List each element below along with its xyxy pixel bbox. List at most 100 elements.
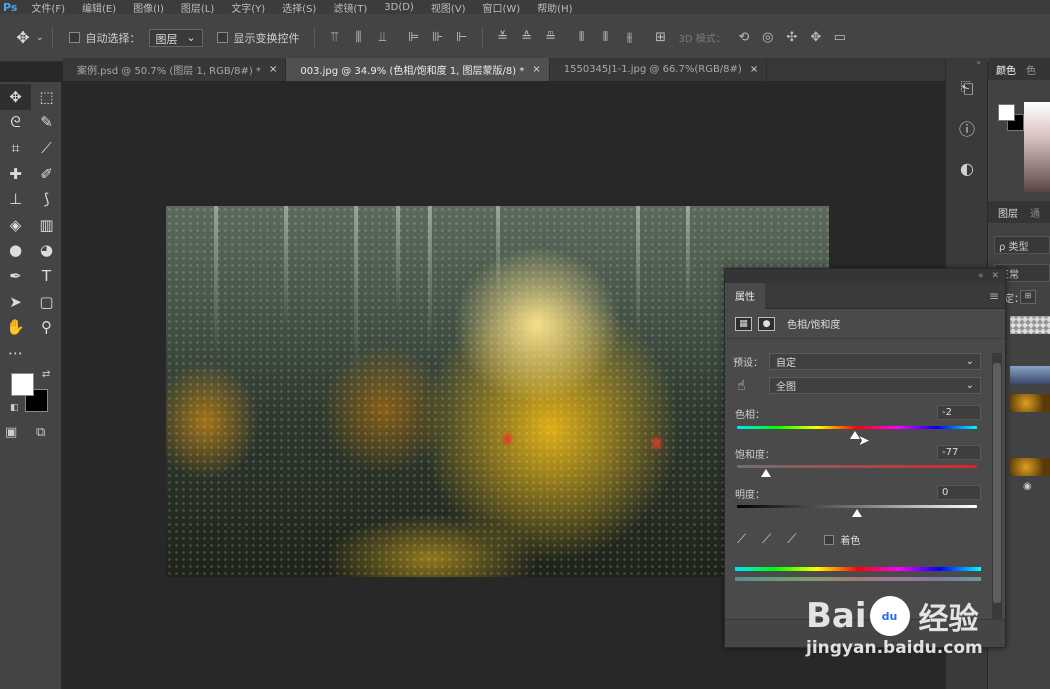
layer-kind-filter[interactable]: ρ 类型	[994, 236, 1050, 254]
colorize-checkbox[interactable]	[824, 534, 835, 545]
quick-mask-icon[interactable]: ▣	[5, 425, 17, 440]
tool-preset-chevron-icon[interactable]: ⌄	[36, 33, 44, 43]
distribute-top-icon[interactable]: ≚	[494, 29, 512, 47]
close-icon[interactable]: ×	[532, 64, 540, 75]
adjustment-layer-icon[interactable]: ▦	[735, 316, 752, 331]
menu-type[interactable]: 文字(Y)	[231, 0, 265, 15]
screen-mode-icon[interactable]: ⧉	[36, 425, 45, 440]
healing-brush-tool-icon[interactable]: ✚	[0, 161, 31, 187]
distribute-right-icon[interactable]: ⫵	[621, 29, 639, 47]
tab-document-1[interactable]: 案例.psd @ 50.7% (图层 1, RGB/8#) * ×	[63, 58, 287, 81]
align-vcenter-icon[interactable]: ⫼	[350, 29, 368, 47]
layer-thumbnail[interactable]	[1010, 458, 1050, 476]
close-icon[interactable]: ✕	[991, 271, 999, 281]
lightness-slider-track[interactable]	[737, 505, 977, 508]
menu-image[interactable]: 图像(I)	[133, 0, 164, 15]
align-right-icon[interactable]: ⊩	[453, 29, 471, 47]
panel-scrollbar[interactable]	[992, 353, 1002, 623]
clone-stamp-tool-icon[interactable]: ⊥	[0, 186, 31, 212]
auto-align-icon[interactable]: ⊞	[652, 29, 670, 47]
slide-3d-icon[interactable]: ✥	[807, 29, 825, 47]
close-icon[interactable]: ×	[269, 64, 277, 75]
hue-value-field[interactable]: -2	[937, 405, 981, 420]
layer-thumbnail[interactable]	[1010, 316, 1050, 334]
tab-layers[interactable]: 图层	[998, 205, 1018, 220]
pan-3d-icon[interactable]: ✣	[783, 29, 801, 47]
tab-document-3[interactable]: 1550345J1-1.jpg @ 66.7%(RGB/8#) ×	[550, 58, 768, 81]
roll-3d-icon[interactable]: ◎	[759, 29, 777, 47]
panel-menu-icon[interactable]: ≡	[989, 289, 999, 303]
collapse-icon[interactable]: «	[978, 271, 984, 281]
zoom-tool-icon[interactable]: ⚲	[31, 314, 62, 340]
path-select-tool-icon[interactable]: ➤	[0, 289, 31, 315]
properties-tab[interactable]: 属性	[725, 282, 765, 309]
lightness-value-field[interactable]: 0	[937, 485, 981, 500]
scrollbar-thumb[interactable]	[993, 363, 1001, 603]
layer-thumbnail[interactable]	[1010, 394, 1050, 412]
foreground-color-swatch[interactable]	[11, 373, 34, 396]
gradient-tool-icon[interactable]: ▥	[31, 212, 62, 238]
swap-colors-icon[interactable]: ⇄	[42, 369, 50, 380]
collapse-icon[interactable]: »	[946, 58, 987, 67]
adjustments-panel-icon[interactable]: ◐	[948, 149, 986, 187]
color-spectrum[interactable]	[1024, 102, 1050, 192]
eyedropper-add-icon[interactable]: ⟋	[762, 532, 771, 547]
align-left-icon[interactable]: ⊫	[405, 29, 423, 47]
menu-layer[interactable]: 图层(L)	[181, 0, 214, 15]
saturation-slider-track[interactable]	[737, 465, 977, 468]
distribute-bottom-icon[interactable]: ≞	[542, 29, 560, 47]
menu-view[interactable]: 视图(V)	[431, 0, 466, 15]
tab-swatches[interactable]: 色	[1026, 62, 1036, 77]
brush-tool-icon[interactable]: ✐	[31, 161, 62, 187]
targeted-adjustment-icon[interactable]: ☝	[733, 378, 769, 394]
panel-foreground-swatch[interactable]	[998, 104, 1015, 121]
auto-select-checkbox[interactable]	[68, 32, 80, 43]
eyedropper-icon[interactable]: ⟋	[737, 532, 746, 547]
menu-help[interactable]: 帮助(H)	[537, 0, 572, 15]
close-icon[interactable]: ×	[750, 64, 758, 75]
blur-tool-icon[interactable]: ●	[0, 238, 31, 264]
move-tool-icon[interactable]: ✥	[0, 84, 31, 110]
menu-filter[interactable]: 滤镜(T)	[333, 0, 367, 15]
dodge-tool-icon[interactable]: ◕	[31, 238, 62, 264]
align-bottom-icon[interactable]: ⫫	[374, 29, 392, 47]
menu-select[interactable]: 选择(S)	[282, 0, 316, 15]
distribute-vcenter-icon[interactable]: ≙	[518, 29, 536, 47]
quick-select-tool-icon[interactable]: ✎	[31, 110, 62, 136]
marquee-tool-icon[interactable]: ⬚	[31, 84, 62, 110]
lightness-slider-handle[interactable]	[852, 509, 862, 517]
distribute-left-icon[interactable]: ⫴	[573, 29, 591, 47]
hue-slider-track[interactable]	[737, 426, 977, 429]
info-panel-icon[interactable]: ⓘ	[948, 109, 986, 147]
layer-mask-icon[interactable]: ●	[758, 316, 775, 331]
channel-dropdown[interactable]: 全图 ⌄	[769, 377, 981, 394]
crop-tool-icon[interactable]: ⌗	[0, 135, 31, 161]
history-panel-icon[interactable]: ⎗	[948, 69, 986, 107]
pen-tool-icon[interactable]: ✒	[0, 263, 31, 289]
tab-channels[interactable]: 通	[1030, 205, 1040, 220]
history-brush-tool-icon[interactable]: ⟆	[31, 186, 62, 212]
eyedropper-subtract-icon[interactable]: ⟋	[787, 532, 796, 547]
menu-window[interactable]: 窗口(W)	[482, 0, 520, 15]
visibility-eye-icon[interactable]: ◉	[1023, 481, 1032, 492]
tab-document-2[interactable]: 003.jpg @ 34.9% (色相/饱和度 1, 图层蒙版/8) * ×	[286, 58, 550, 81]
tab-color[interactable]: 颜色	[996, 62, 1016, 77]
eraser-tool-icon[interactable]: ◈	[0, 212, 31, 238]
move-tool-icon[interactable]: ✥	[10, 25, 36, 51]
saturation-value-field[interactable]: -77	[937, 445, 981, 460]
menu-3d[interactable]: 3D(D)	[384, 2, 414, 13]
saturation-slider-handle[interactable]	[760, 469, 771, 477]
orbit-3d-icon[interactable]: ⟲	[735, 29, 753, 47]
rectangle-tool-icon[interactable]: ▢	[31, 289, 62, 315]
align-top-icon[interactable]: ⫪	[326, 29, 344, 47]
eyedropper-tool-icon[interactable]: ⟋	[31, 135, 62, 161]
lock-pixels-icon[interactable]: ⊞	[1020, 290, 1036, 304]
default-colors-icon[interactable]: ◧	[10, 403, 19, 413]
preset-dropdown[interactable]: 自定 ⌄	[769, 353, 981, 370]
menu-edit[interactable]: 编辑(E)	[82, 0, 116, 15]
hand-tool-icon[interactable]: ✋	[0, 314, 31, 340]
more-tools-icon[interactable]: ⋯	[0, 340, 31, 366]
type-tool-icon[interactable]: T	[31, 263, 62, 289]
distribute-hcenter-icon[interactable]: ⦀	[597, 29, 615, 47]
menu-file[interactable]: 文件(F)	[31, 0, 65, 15]
